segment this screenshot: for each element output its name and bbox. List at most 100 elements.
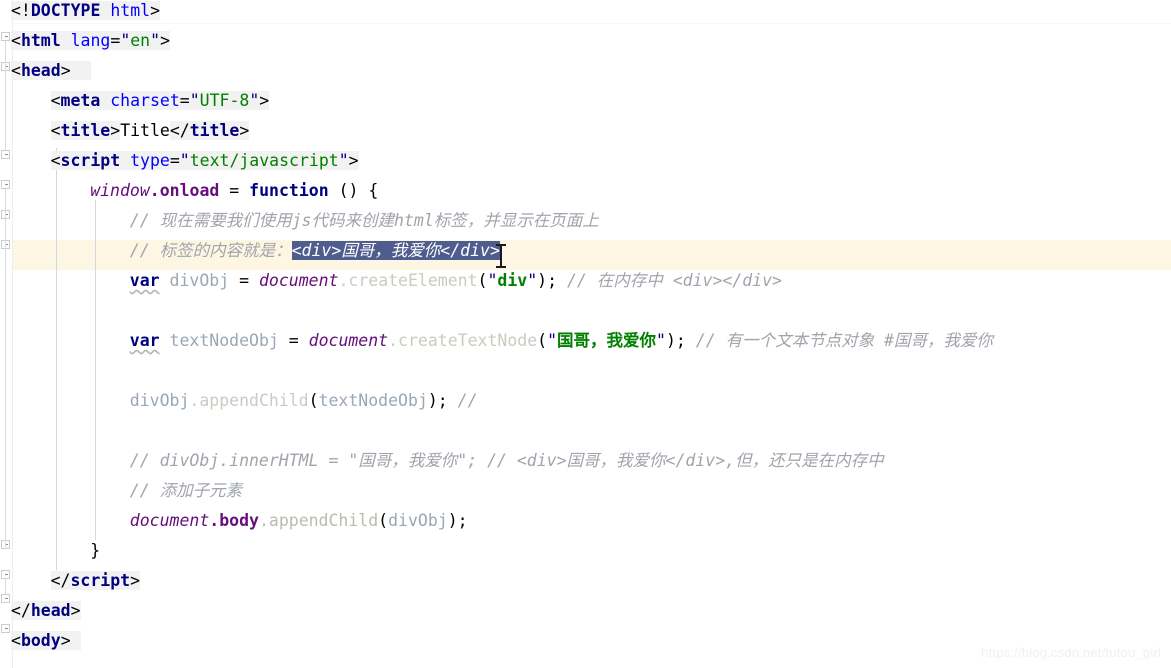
code-token-ident: divObj	[388, 511, 448, 530]
code-line[interactable]: <meta charset="UTF-8">	[0, 86, 1171, 116]
code-token-strq: "	[150, 31, 161, 50]
code-line[interactable]: <head>	[0, 56, 1171, 86]
code-token-ident: textNodeObj	[318, 391, 428, 410]
code-token-punct: >	[110, 121, 121, 140]
code-token-plain	[120, 151, 131, 170]
code-token-op: =	[278, 331, 309, 350]
code-token-strq: "	[189, 91, 200, 110]
code-token-tag: head	[20, 61, 61, 80]
code-line[interactable]: // 添加子元素	[0, 476, 1171, 506]
code-token-globj: document	[129, 511, 210, 530]
code-line[interactable]: <html lang="en">	[0, 26, 1171, 56]
code-token-punct: >	[259, 91, 270, 110]
code-token-paren: (	[537, 331, 548, 350]
code-token-str: UTF-8	[199, 91, 250, 110]
code-token-punct: <	[50, 151, 61, 170]
code-token-op: ;	[547, 271, 567, 290]
code-token-punct: </	[50, 571, 71, 590]
code-token-op: ;	[675, 331, 696, 350]
code-token-tag: title	[60, 121, 111, 140]
code-text-area[interactable]: <!DOCTYPE html> <html lang="en"> <head> <m…	[0, 0, 1171, 668]
code-editor[interactable]: <!DOCTYPE html> <html lang="en"> <head> <m…	[0, 0, 1171, 668]
code-line[interactable]: document.body.appendChild(divObj);	[0, 506, 1171, 536]
code-token-punct: >	[150, 1, 161, 20]
code-token-str: en	[130, 31, 151, 50]
code-token-punct: >	[348, 151, 359, 170]
code-line[interactable]: <script type="text/javascript">	[0, 146, 1171, 176]
code-token-plain	[100, 91, 111, 110]
code-token-paren: )	[537, 271, 548, 290]
code-line[interactable]: // divObj.innerHTML = "国哥，我爱你"; // <div>…	[0, 446, 1171, 476]
code-token-paren: (	[378, 511, 389, 530]
code-token-paren: ()	[338, 181, 359, 200]
code-token-plaintx: Title	[120, 121, 170, 140]
code-line[interactable]: </head>	[0, 596, 1171, 626]
code-line[interactable]: }	[0, 536, 1171, 566]
code-line[interactable]: <title>Title</title>	[0, 116, 1171, 146]
code-token-eq: =	[169, 151, 180, 170]
code-token-punct: <	[50, 121, 61, 140]
code-token-tag: meta	[60, 91, 101, 110]
code-token-tag: script	[60, 151, 121, 170]
code-token-punct: <	[11, 31, 21, 50]
code-token-paren: )	[427, 391, 438, 410]
code-line[interactable]: // 标签的内容就是：<div>国哥，我爱你</div>	[0, 236, 1171, 267]
code-token-methodb: .appendChild	[258, 511, 379, 530]
code-token-attr: type	[130, 151, 170, 170]
code-token-op: ;	[437, 391, 458, 410]
code-token-plain	[100, 1, 111, 20]
code-token-ident: textNodeObj	[169, 331, 279, 350]
code-line[interactable]	[0, 356, 1171, 386]
code-token-strq: "	[179, 151, 190, 170]
code-token-strq: "	[249, 91, 260, 110]
code-line[interactable]: var divObj = document.createElement("div…	[0, 266, 1171, 296]
code-token-punct: </	[169, 121, 190, 140]
code-token-prop: .body	[209, 511, 259, 530]
code-token-jstrq: "	[527, 271, 538, 290]
code-token-comment: // 添加子元素	[129, 481, 243, 500]
code-token-tag: html	[20, 31, 61, 50]
code-token-jstr: div	[497, 271, 528, 290]
code-token-plain	[70, 631, 81, 650]
code-token-attr: charset	[110, 91, 180, 110]
code-token-punct: >	[70, 601, 81, 620]
code-line[interactable]: divObj.appendChild(textNodeObj); //	[0, 386, 1171, 416]
code-line[interactable]: </script>	[0, 566, 1171, 596]
code-token-op	[160, 331, 170, 350]
code-token-attr: lang	[70, 31, 111, 50]
code-line[interactable]: window.onload = function () {	[0, 176, 1171, 206]
code-token-punct: >	[160, 31, 170, 50]
code-token-jstr: 国哥，我爱你	[557, 331, 657, 350]
code-line[interactable]: <!DOCTYPE html>	[0, 0, 1171, 26]
code-token-comment: //	[457, 391, 478, 410]
code-token-jstrq: "	[487, 271, 498, 290]
code-token-punct: >	[60, 61, 71, 80]
code-token-kwsq: var	[129, 271, 160, 290]
watermark-text: https://blog.csdn.net/tutou_girl	[981, 645, 1161, 660]
code-token-plain	[60, 31, 71, 50]
code-token-method: .createElement	[338, 271, 478, 290]
code-token-strq: "	[120, 31, 131, 50]
code-line[interactable]	[0, 296, 1171, 326]
code-token-ident: divObj	[169, 271, 230, 290]
code-token-op: =	[219, 181, 250, 200]
code-token-ident: divObj	[129, 391, 190, 410]
code-token-op	[329, 181, 339, 200]
code-token-method: .createTextNode	[388, 331, 538, 350]
code-token-comment: // 标签的内容就是：	[129, 241, 292, 260]
code-token-jstrq: "	[547, 331, 558, 350]
code-token-comment: // divObj.innerHTML = "国哥，我爱你"; // <div>…	[129, 451, 884, 470]
code-token-tag: body	[20, 631, 61, 650]
code-token-prop: .onload	[149, 181, 220, 200]
code-token-punct: </	[11, 601, 31, 620]
code-line[interactable]: var textNodeObj = document.createTextNod…	[0, 326, 1171, 356]
code-token-tag: head	[30, 601, 71, 620]
code-line[interactable]: // 现在需要我们使用js代码来创建html标签，并显示在页面上	[0, 206, 1171, 236]
code-token-kwsq: var	[129, 331, 160, 350]
code-token-punct: <!	[11, 1, 31, 20]
code-token-punct: >	[239, 121, 250, 140]
code-token-punct: >	[130, 571, 141, 590]
code-token-comment: // 现在需要我们使用js代码来创建html标签，并显示在页面上	[129, 211, 599, 230]
code-token-kw: function	[249, 181, 329, 200]
code-line[interactable]	[0, 416, 1171, 446]
